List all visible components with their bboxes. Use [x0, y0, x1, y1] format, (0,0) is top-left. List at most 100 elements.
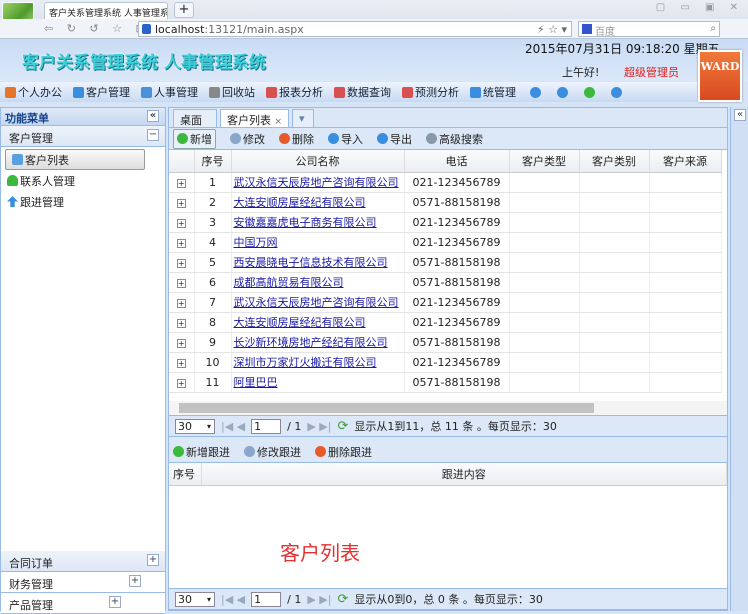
company-link[interactable]: 长沙新环境房地产经纪有限公司	[231, 332, 405, 353]
expand-icon[interactable]: +	[176, 178, 186, 188]
expand-icon[interactable]: +	[176, 238, 186, 248]
table-row[interactable]: +8 大连安顺房屋经纪有限公司 021-123456789	[169, 312, 722, 333]
horizontal-scrollbar[interactable]	[169, 401, 727, 415]
browser-tab[interactable]: 客户关系管理系统 人事管理系统 ×	[44, 2, 168, 19]
table-row[interactable]: +7 武汉永信天辰房地产咨询有限公司 021-123456789	[169, 292, 722, 313]
minus-icon[interactable]: −	[147, 129, 159, 141]
menu-item[interactable]: 统管理	[465, 84, 522, 100]
edit-button[interactable]: 修改	[230, 131, 265, 147]
company-link[interactable]: 深圳市万家灯火搬迁有限公司	[231, 352, 405, 373]
company-link[interactable]: 阿里巴巴	[231, 372, 405, 393]
tab-desktop[interactable]: 桌面	[173, 109, 217, 127]
company-link[interactable]: 西安晨晓电子信息技术有限公司	[231, 252, 405, 273]
next-page-icon[interactable]: ▶ ▶|	[307, 420, 331, 433]
expand-cell[interactable]: +	[169, 352, 195, 373]
advanced-search-button[interactable]: 高级搜索	[426, 131, 483, 147]
company-link[interactable]: 成都高航贸易有限公司	[231, 272, 405, 293]
plus-icon[interactable]: +	[147, 554, 159, 566]
puzzle-icon[interactable]	[584, 86, 595, 98]
expand-icon[interactable]: +	[176, 258, 186, 268]
company-link[interactable]: 武汉永信天辰房地产咨询有限公司	[231, 292, 405, 313]
scrollbar-thumb[interactable]	[179, 403, 594, 413]
company-link[interactable]: 大连安顺房屋经纪有限公司	[231, 192, 405, 213]
company-link[interactable]: 中国万网	[231, 232, 405, 253]
col-header[interactable]: 客户类别	[579, 150, 650, 173]
edit-followup-button[interactable]: 修改跟进	[244, 444, 301, 460]
refresh-icon[interactable]: ⟳	[337, 419, 348, 434]
help-icon[interactable]	[557, 86, 568, 98]
expand-cell[interactable]: +	[169, 372, 195, 393]
expand-cell[interactable]: +	[169, 212, 195, 233]
window-controls[interactable]: ▢ ▭ ▣ ✕	[656, 2, 744, 13]
expand-cell[interactable]: +	[169, 232, 195, 253]
company-link[interactable]: 武汉永信天辰房地产咨询有限公司	[231, 172, 405, 193]
section-finance[interactable]: 财务管理 +	[1, 572, 165, 593]
new-tab-button[interactable]: +	[174, 2, 194, 18]
expand-icon[interactable]: +	[176, 378, 186, 388]
expand-cell[interactable]: +	[169, 332, 195, 353]
sidebar-item-customer-list[interactable]: 客户列表	[5, 149, 145, 170]
star-icon[interactable]: ⚡ ☆ ▾	[537, 23, 567, 36]
section-customer[interactable]: 客户管理 −	[1, 126, 165, 147]
section-contracts[interactable]: 合同订单 +	[1, 551, 165, 572]
company-link[interactable]: 安徽嘉嘉虎电子商务有限公司	[231, 212, 405, 233]
plus-icon[interactable]: +	[129, 575, 141, 587]
expand-cell[interactable]: +	[169, 252, 195, 273]
col-header[interactable]: 序号	[169, 463, 202, 486]
user-role[interactable]: 超级管理员	[624, 64, 679, 80]
first-page-icon[interactable]: |◀ ◀	[221, 593, 245, 606]
table-row[interactable]: +3 安徽嘉嘉虎电子商务有限公司 021-123456789	[169, 212, 722, 233]
first-page-icon[interactable]: |◀ ◀	[221, 420, 245, 433]
search-input[interactable]: 百度 ⌕	[578, 21, 720, 38]
gear-icon[interactable]	[530, 86, 541, 98]
export-button[interactable]: 导出	[377, 131, 412, 147]
table-row[interactable]: +1 武汉永信天辰房地产咨询有限公司 021-123456789	[169, 172, 722, 193]
col-header[interactable]: 客户来源	[649, 150, 722, 173]
expand-icon[interactable]: +	[176, 318, 186, 328]
tab-dropdown[interactable]: ▾	[292, 109, 315, 127]
expand-cell[interactable]: +	[169, 192, 195, 213]
expand-icon[interactable]: +	[176, 218, 186, 228]
menu-item[interactable]: 回收站	[204, 84, 261, 100]
menu-item[interactable]: 数据查询	[329, 84, 397, 100]
col-header[interactable]: 跟进内容	[201, 463, 727, 486]
menu-item[interactable]: 客户管理	[68, 84, 136, 100]
table-row[interactable]: +5 西安晨晓电子信息技术有限公司 0571-88158198	[169, 252, 722, 273]
col-header[interactable]: 序号	[194, 150, 232, 173]
next-page-icon[interactable]: ▶ ▶|	[307, 593, 331, 606]
arrow-right-icon[interactable]	[611, 86, 622, 98]
expand-icon[interactable]: +	[176, 198, 186, 208]
delete-followup-button[interactable]: 删除跟进	[315, 444, 372, 460]
sidebar-item-followup[interactable]: 跟进管理	[1, 191, 165, 212]
col-header[interactable]: 电话	[404, 150, 510, 173]
company-link[interactable]: 大连安顺房屋经纪有限公司	[231, 312, 405, 333]
expand-icon[interactable]: +	[176, 338, 186, 348]
collapse-icon[interactable]: «	[147, 110, 159, 122]
expand-cell[interactable]: +	[169, 312, 195, 333]
search-icon[interactable]: ⌕	[710, 23, 716, 34]
menu-item[interactable]: 人事管理	[136, 84, 204, 100]
close-icon[interactable]: ×	[275, 117, 283, 127]
menu-item[interactable]: 个人办公	[0, 84, 68, 100]
page-input[interactable]: 1	[251, 591, 282, 607]
table-row[interactable]: +2 大连安顺房屋经纪有限公司 0571-88158198	[169, 192, 722, 213]
table-row[interactable]: +10 深圳市万家灯火搬迁有限公司 021-123456789	[169, 352, 722, 373]
plus-icon[interactable]: +	[109, 596, 121, 608]
expand-cell[interactable]: +	[169, 292, 195, 313]
refresh-icon[interactable]: ⟳	[337, 592, 348, 607]
page-size-select[interactable]: 30 ▾	[175, 418, 215, 434]
menu-item[interactable]: 报表分析	[261, 84, 329, 100]
delete-button[interactable]: 删除	[279, 131, 314, 147]
col-header[interactable]: 公司名称	[231, 150, 405, 173]
add-button[interactable]: 新增	[173, 128, 216, 149]
url-input[interactable]: localhost:13121/main.aspx ⚡ ☆ ▾	[138, 21, 572, 37]
table-row[interactable]: +6 成都高航贸易有限公司 0571-88158198	[169, 272, 722, 293]
table-row[interactable]: +11 阿里巴巴 0571-88158198	[169, 372, 722, 393]
expand-icon[interactable]: +	[176, 358, 186, 368]
sidebar-item-contacts[interactable]: 联系人管理	[1, 170, 165, 191]
tab-customer-list[interactable]: 客户列表 ×	[220, 109, 290, 127]
nav-buttons[interactable]: ⇦ ↻ ↺ ☆ ⊞	[44, 22, 150, 35]
table-row[interactable]: +4 中国万网 021-123456789	[169, 232, 722, 253]
col-header[interactable]: 客户类型	[509, 150, 580, 173]
expand-cell[interactable]: +	[169, 272, 195, 293]
